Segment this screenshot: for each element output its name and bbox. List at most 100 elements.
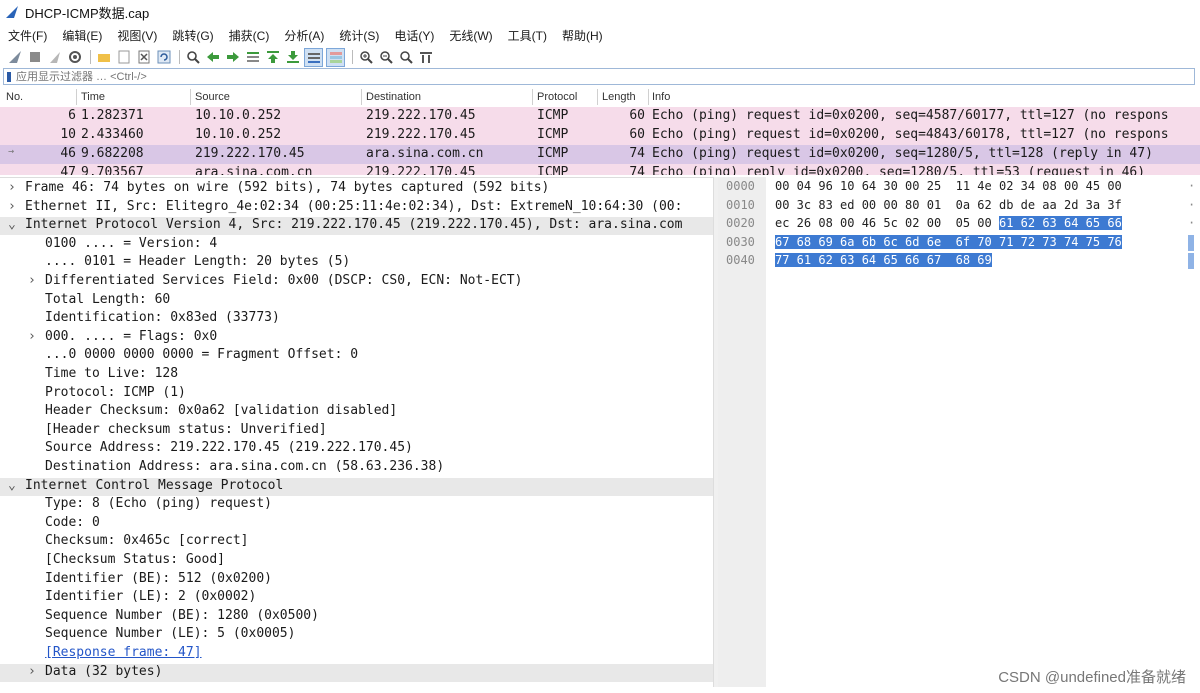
main-toolbar	[0, 46, 1200, 68]
zoom-in-icon[interactable]	[357, 49, 374, 66]
find-icon[interactable]	[184, 49, 201, 66]
detail-tree-label: Ethernet II, Src: Elitegro_4e:02:34 (00:…	[25, 198, 683, 214]
menu-item[interactable]: 文件(F)	[0, 27, 54, 44]
column-header-length[interactable]: Length	[602, 91, 636, 103]
colorize-icon[interactable]	[326, 47, 345, 67]
hex-bytes[interactable]: 00 04 96 10 64 30 00 25 11 4e 02 34 08 0…	[775, 179, 1122, 193]
close-file-icon[interactable]	[135, 49, 152, 66]
expand-arrow-icon[interactable]: ›	[28, 329, 36, 344]
packet-row[interactable]: 47 9.703567 ara.sina.com.cn 219.222.170.45 I…	[0, 164, 1200, 175]
zoom-out-icon[interactable]	[377, 49, 394, 66]
detail-tree-label: Source Address: 219.222.170.45 (219.222.…	[45, 440, 413, 456]
detail-tree-label: Protocol: ICMP (1)	[45, 384, 186, 400]
menu-item[interactable]: 无线(W)	[441, 27, 499, 44]
menu-item[interactable]: 电话(Y)	[386, 27, 441, 44]
menu-item[interactable]: 跳转(G)	[164, 27, 220, 44]
cell-source: 10.10.0.252	[195, 108, 282, 123]
cell-destination: 219.222.170.45	[366, 108, 476, 123]
reload-icon[interactable]	[155, 49, 172, 66]
stop-square-icon[interactable]	[26, 49, 43, 66]
detail-tree-label: [Response frame: 47]	[45, 645, 202, 660]
open-folder-icon[interactable]	[95, 49, 112, 66]
packet-list-header: No. Time Source Destination Protocol Len…	[0, 87, 1200, 108]
packet-bytes-pane: 0000 00 04 96 10 64 30 00 25 11 4e 02 34 …	[718, 177, 1200, 687]
packet-row[interactable]: 10 2.433460 10.10.0.252 219.222.170.45 ICMP 6…	[0, 126, 1200, 145]
column-header-destination[interactable]: Destination	[366, 91, 421, 103]
go-forward-icon[interactable]	[224, 49, 241, 66]
detail-tree-label: Internet Protocol Version 4, Src: 219.22…	[25, 217, 683, 233]
cell-protocol: ICMP	[537, 146, 569, 161]
column-header-source[interactable]: Source	[195, 91, 230, 103]
resize-columns-icon[interactable]	[417, 49, 434, 66]
display-filter-input[interactable]	[16, 70, 416, 83]
cell-destination: ara.sina.com.cn	[366, 146, 484, 161]
go-first-icon[interactable]	[264, 49, 281, 66]
cell-time: 9.703567	[81, 165, 144, 175]
hex-bytes[interactable]: 67 68 69 6a 6b 6c 6d 6e 6f 70 71 72 73 7…	[775, 234, 1122, 249]
ascii-dump: ·	[1188, 216, 1196, 230]
detail-tree-label: Total Length: 60	[45, 291, 171, 307]
ascii-highlight	[1188, 234, 1194, 251]
menu-item[interactable]: 帮助(H)	[554, 27, 610, 44]
options-gear-icon[interactable]	[66, 49, 83, 66]
menu-item[interactable]: 分析(A)	[276, 27, 331, 44]
menu-item[interactable]: 工具(T)	[500, 27, 554, 44]
detail-tree-label: Internet Control Message Protocol	[25, 477, 284, 493]
hex-bytes[interactable]: 77 61 62 63 64 65 66 67 68 69	[775, 253, 992, 267]
detail-tree-label: Differentiated Services Field: 0x00 (DSC…	[45, 273, 523, 288]
menu-item[interactable]: 编辑(E)	[54, 27, 109, 44]
cell-no: 47	[60, 165, 76, 175]
packet-row[interactable]: 6 1.282371 10.10.0.252 219.222.170.45 ICMP 60…	[0, 107, 1200, 126]
menu-bar: 文件(F) 编辑(E) 视图(V) 跳转(G) 捕获(C) 分析(A) 统计(S) 电话(Y)…	[0, 24, 1200, 46]
ascii-dump: ·	[1188, 197, 1196, 212]
expand-arrow-icon[interactable]: ›	[8, 199, 16, 214]
detail-tree-label: Code: 0	[45, 514, 100, 530]
shark-fin-start-icon[interactable]	[6, 49, 23, 66]
go-last-icon[interactable]	[284, 49, 301, 66]
column-header-protocol[interactable]: Protocol	[537, 91, 577, 103]
filter-bookmark-icon[interactable]	[7, 71, 11, 82]
expand-arrow-icon[interactable]: ›	[28, 273, 36, 288]
menu-item[interactable]: 视图(V)	[109, 27, 164, 44]
expand-arrow-icon[interactable]: ›	[8, 180, 16, 195]
detail-tree-label: Destination Address: ara.sina.com.cn (58…	[45, 459, 445, 474]
detail-tree-item[interactable]: ⌄ Internet Control Message Protocol	[0, 477, 713, 496]
detail-tree-label: ...0 0000 0000 0000 = Fragment Offset: 0	[45, 347, 359, 363]
detail-tree-item[interactable]: › Data (32 bytes)	[0, 663, 713, 682]
cell-info: Echo (ping) request id=0x0200, seq=1280/…	[652, 146, 1153, 161]
hex-row: 0030 67 68 69 6a 6b 6c 6d 6e 6f 70 71 72 …	[718, 234, 1200, 253]
detail-tree-label: Checksum: 0x465c [correct]	[45, 533, 249, 549]
collapse-arrow-icon[interactable]: ⌄	[8, 217, 16, 232]
hex-bytes[interactable]: 00 3c 83 ed 00 00 80 01 0a 62 db de aa 2…	[775, 198, 1122, 212]
detail-tree-label: 0100 .... = Version: 4	[45, 235, 218, 251]
column-header-info[interactable]: Info	[652, 91, 670, 103]
restart-fin-icon[interactable]	[46, 49, 63, 66]
menu-item[interactable]: 统计(S)	[331, 27, 386, 44]
hex-bytes[interactable]: ec 26 08 00 46 5c 02 00 05 00 61 62 63 6…	[775, 216, 1122, 230]
cell-info: Echo (ping) request id=0x0200, seq=4587/…	[652, 108, 1169, 123]
autoscroll-icon[interactable]	[304, 47, 323, 67]
detail-tree-label: Identification: 0x83ed (33773)	[45, 310, 280, 326]
hex-bytes-plain: 00 3c 83 ed 00 00 80 01 0a 62 db de aa 2…	[775, 197, 1122, 212]
detail-tree-label: Frame 46: 74 bytes on wire (592 bits), 7…	[25, 180, 550, 195]
zoom-normal-icon[interactable]	[397, 49, 414, 66]
wireshark-fin-icon	[6, 6, 18, 18]
go-back-icon[interactable]	[204, 49, 221, 66]
hex-row: 0040 77 61 62 63 64 65 66 67 68 69	[718, 253, 1200, 271]
detail-tree-label: 000. .... = Flags: 0x0	[45, 328, 218, 344]
go-to-packet-icon[interactable]	[244, 49, 261, 66]
cell-protocol: ICMP	[537, 108, 569, 123]
hex-bytes-highlighted: 67 68 69 6a 6b 6c 6d 6e 6f 70 71 72 73 7…	[775, 234, 1122, 249]
display-filter-bar	[3, 68, 1195, 85]
column-header-time[interactable]: Time	[81, 91, 105, 103]
cell-no: 6	[68, 108, 76, 123]
selected-row-marker-icon: →	[8, 146, 15, 157]
expand-arrow-icon[interactable]: ›	[28, 664, 36, 679]
packet-row[interactable]: → 46 9.682208 219.222.170.45 ara.sina.com.cn…	[0, 145, 1200, 164]
menu-item[interactable]: 捕获(C)	[221, 27, 277, 44]
detail-tree-item[interactable]: ⌄ Internet Protocol Version 4, Src: 219.2…	[0, 217, 713, 236]
collapse-arrow-icon[interactable]: ⌄	[8, 478, 16, 493]
hex-row: 0010 00 3c 83 ed 00 00 80 01 0a 62 db de …	[718, 198, 1200, 216]
column-header-no[interactable]: No.	[6, 91, 23, 103]
file-icon[interactable]	[115, 49, 132, 66]
